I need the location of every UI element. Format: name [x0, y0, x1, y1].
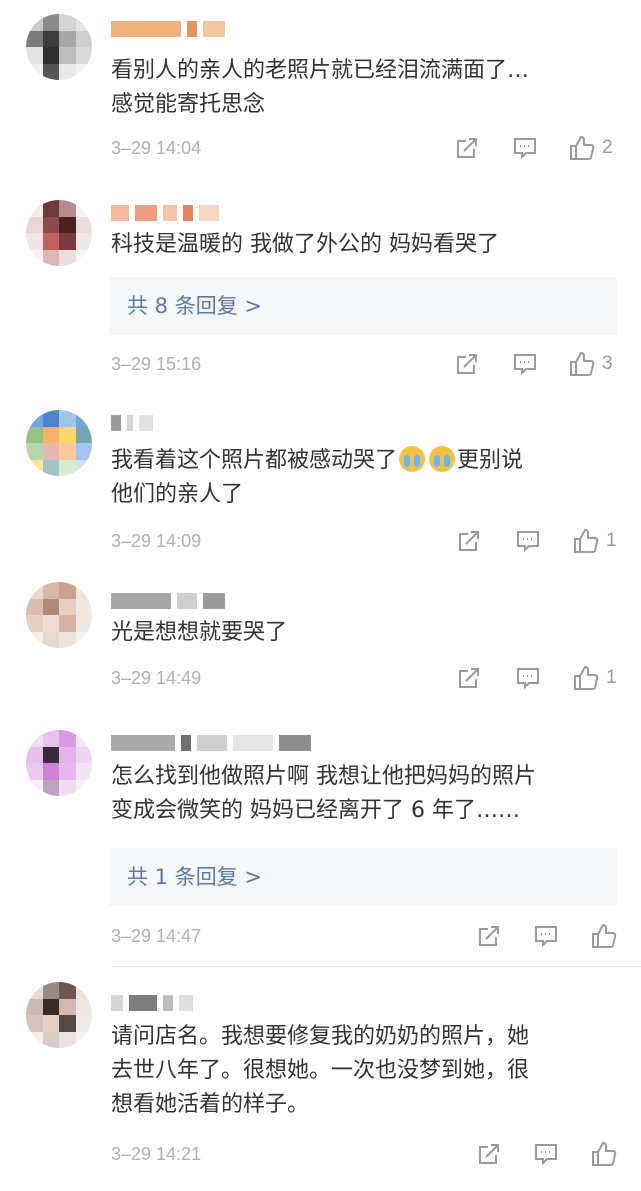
reply-box[interactable]: 共 1 条回复 > [109, 848, 617, 906]
reply-box[interactable]: 共 8 条回复 > [109, 277, 617, 335]
comment-icon [535, 1144, 557, 1166]
share-button[interactable] [476, 1140, 502, 1168]
comment-text: 请问店名。我想要修复我的奶奶的照片，她 去世八年了。很想她。一次也没梦到她，很 … [111, 1024, 530, 1117]
comment-text: 看别人的亲人的老照片就已经泪流满面了… 感觉能寄托思念 [111, 58, 530, 117]
avatar[interactable] [26, 14, 92, 80]
avatar[interactable] [26, 582, 92, 648]
share-button[interactable] [456, 527, 482, 555]
comment-time: 3–29 14:04 [111, 138, 202, 158]
avatar[interactable] [26, 410, 92, 476]
username-blurred[interactable] [111, 992, 193, 1014]
comment-text-part: 我看着这个照片都被感动哭了 [111, 448, 398, 473]
comment-time: 3–29 14:09 [111, 531, 202, 551]
like-icon [574, 528, 599, 553]
comment-text: 光是想想就要哭了 [111, 620, 288, 645]
like-count: 1 [606, 667, 617, 688]
comment-time: 3–29 15:16 [111, 354, 202, 374]
avatar[interactable] [26, 730, 92, 796]
share-button[interactable] [456, 664, 482, 692]
username-blurred[interactable] [111, 590, 225, 612]
share-icon [479, 1144, 499, 1164]
like-count: 2 [602, 137, 613, 158]
like-icon [592, 1141, 617, 1166]
comment-button[interactable] [515, 664, 541, 692]
comment-time: 3–29 14:49 [111, 668, 202, 688]
username-blurred[interactable] [111, 202, 219, 224]
username-blurred[interactable] [111, 732, 311, 754]
like-count: 3 [602, 353, 613, 374]
comment-icon [535, 926, 557, 948]
share-icon [457, 138, 477, 158]
like-button[interactable]: 1 [572, 664, 617, 692]
comment-icon [517, 668, 539, 690]
avatar[interactable] [26, 982, 92, 1048]
like-button[interactable] [590, 922, 624, 950]
comment-icon [517, 531, 539, 553]
comment-text: 科技是温暖的 我做了外公的 妈妈看哭了 [111, 232, 499, 257]
like-button[interactable]: 2 [568, 134, 613, 162]
comment-text: 怎么找到他做照片啊 我想让他把妈妈的照片 变成会微笑的 妈妈已经离开了 6 年了… [111, 764, 536, 823]
like-button[interactable]: 1 [572, 527, 617, 555]
like-icon [574, 665, 599, 690]
comment-time: 3–29 14:21 [111, 1144, 202, 1164]
comment-icon [514, 354, 536, 376]
username-blurred[interactable] [111, 412, 153, 434]
share-icon [479, 926, 499, 946]
divider [111, 966, 641, 967]
like-button[interactable] [590, 1140, 624, 1168]
like-icon [570, 351, 595, 376]
like-icon [592, 923, 617, 948]
share-icon [459, 668, 479, 688]
comment-button[interactable] [512, 134, 538, 162]
share-button[interactable] [476, 922, 502, 950]
share-button[interactable] [454, 350, 480, 378]
avatar[interactable] [26, 200, 92, 266]
comment-button[interactable] [533, 1140, 559, 1168]
crying-face-icon [399, 446, 426, 472]
share-button[interactable] [454, 134, 480, 162]
share-icon [457, 354, 477, 374]
comment-time: 3–29 14:47 [111, 926, 202, 946]
comment-button[interactable] [512, 350, 538, 378]
comment-icon [514, 138, 536, 160]
like-count: 1 [606, 530, 617, 551]
crying-face-icon [429, 446, 456, 472]
view-replies-link[interactable]: 共 8 条回复 > [127, 291, 262, 321]
like-icon [570, 135, 595, 160]
comment-button[interactable] [533, 922, 559, 950]
comment-text: 我看着这个照片都被感动哭了 更别说 他们的亲人了 [111, 444, 613, 512]
comment-button[interactable] [515, 527, 541, 555]
username-blurred[interactable] [111, 18, 225, 40]
like-button[interactable]: 3 [568, 350, 613, 378]
view-replies-link[interactable]: 共 1 条回复 > [127, 862, 262, 892]
share-icon [459, 531, 479, 551]
